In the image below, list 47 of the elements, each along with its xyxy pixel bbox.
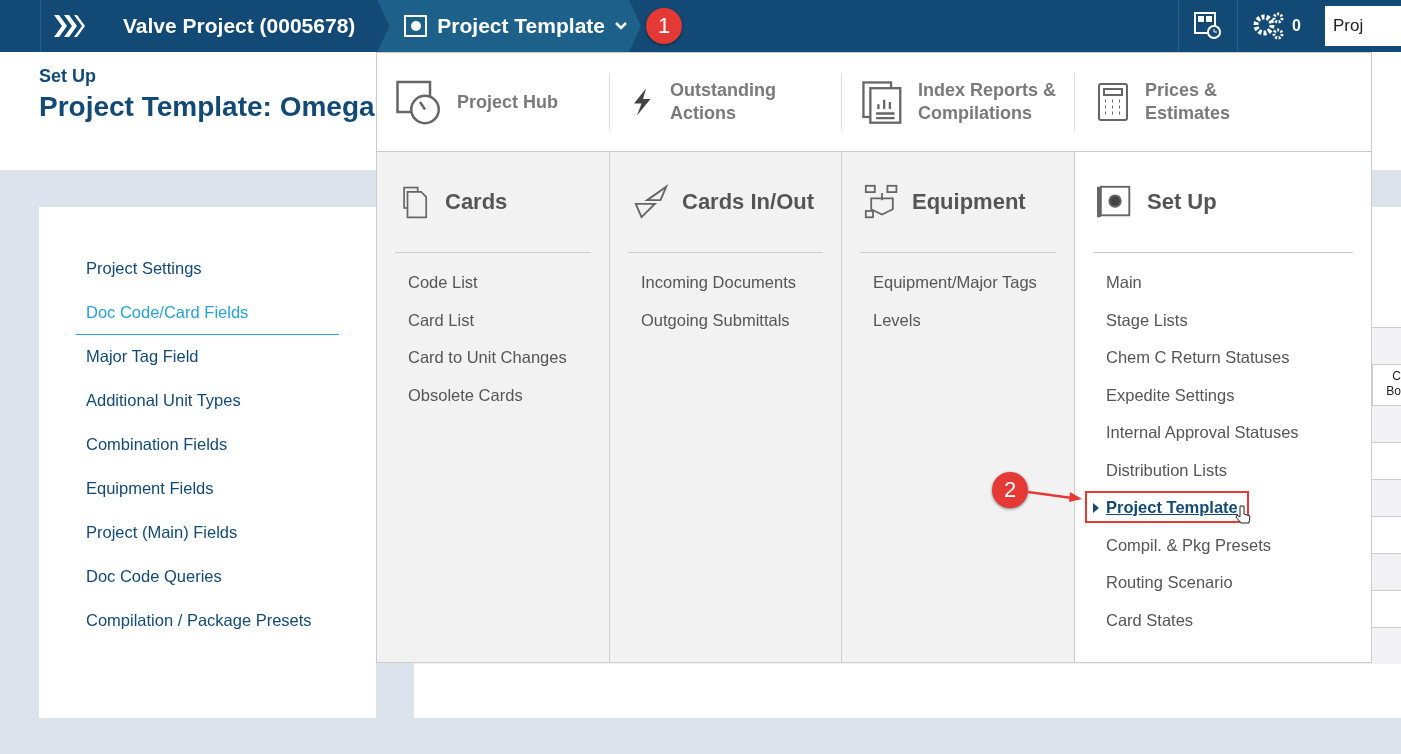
menu-item[interactable]: Distribution Lists xyxy=(1093,460,1228,480)
sidebar-item[interactable]: Additional Unit Types xyxy=(76,379,339,423)
menu-item[interactable]: Code List xyxy=(395,273,478,293)
paper-planes-icon xyxy=(632,183,670,221)
menu-item[interactable]: Main xyxy=(1093,273,1142,293)
menu-item[interactable]: Incoming Documents xyxy=(628,273,796,293)
menu-shortcut[interactable]: Project Hub xyxy=(457,90,558,114)
menu-item[interactable]: Obsolete Cards xyxy=(395,385,523,405)
menu-item[interactable]: Compil. & Pkg Presets xyxy=(1093,535,1272,555)
sidebar-item[interactable]: Project Settings xyxy=(76,247,339,291)
calendar-clock-icon[interactable] xyxy=(1193,11,1224,41)
menu-item[interactable]: Card States xyxy=(1093,610,1194,630)
menu-item[interactable]: Expedite Settings xyxy=(1093,385,1235,405)
menu-item[interactable]: Equipment/Major Tags xyxy=(860,273,1037,293)
section-label: Set Up xyxy=(39,66,97,87)
chevrons-icon[interactable] xyxy=(52,13,86,39)
breadcrumb[interactable]: Valve Project (0005678) xyxy=(97,0,378,52)
menu-item[interactable]: Routing Scenario xyxy=(1093,573,1233,593)
breadcrumb[interactable]: Project Template xyxy=(377,0,641,52)
sidebar-item[interactable]: Equipment Fields xyxy=(76,467,339,511)
column-title: Set Up xyxy=(1147,189,1217,215)
menu-item[interactable]: Outgoing Submittals xyxy=(628,310,790,330)
menu-item[interactable]: Internal Approval Statuses xyxy=(1093,423,1299,443)
search-field[interactable]: Proj xyxy=(1325,6,1401,46)
sidebar-item[interactable]: Doc Code Queries xyxy=(76,555,339,599)
column-title: Equipment xyxy=(912,189,1026,215)
menu-shortcut[interactable]: Index Reports & Compilations xyxy=(918,79,1068,125)
count: 0 xyxy=(1292,17,1301,35)
menu-item[interactable]: Card to Unit Changes xyxy=(395,348,567,368)
menu-item[interactable]: Card List xyxy=(395,310,475,330)
column-title: Cards In/Out xyxy=(682,189,814,215)
page-title: Project Template: Omega xyxy=(39,91,375,123)
sidebar-item[interactable]: Compilation / Package Presets xyxy=(76,599,339,643)
menu-item[interactable]: Levels xyxy=(860,310,921,330)
menu-shortcut[interactable]: Outstanding Actions xyxy=(670,79,820,125)
chevron-down-icon xyxy=(615,22,627,30)
menu-item[interactable]: Stage Lists xyxy=(1093,310,1188,330)
hand-cursor-icon xyxy=(1235,505,1251,525)
sidebar-item[interactable]: Major Tag Field xyxy=(76,335,339,379)
menu-shortcut[interactable]: Prices & Estimates xyxy=(1145,79,1295,125)
sidebar-item[interactable]: Combination Fields xyxy=(76,423,339,467)
menu-item[interactable]: Chem C Return Statuses xyxy=(1093,348,1290,368)
sidebar-item[interactable]: Project (Main) Fields xyxy=(76,511,339,555)
caret-icon xyxy=(1093,502,1099,513)
pointer-arrow xyxy=(1028,488,1084,504)
column-title: Cards xyxy=(445,189,508,215)
joystick-icon xyxy=(864,183,900,221)
